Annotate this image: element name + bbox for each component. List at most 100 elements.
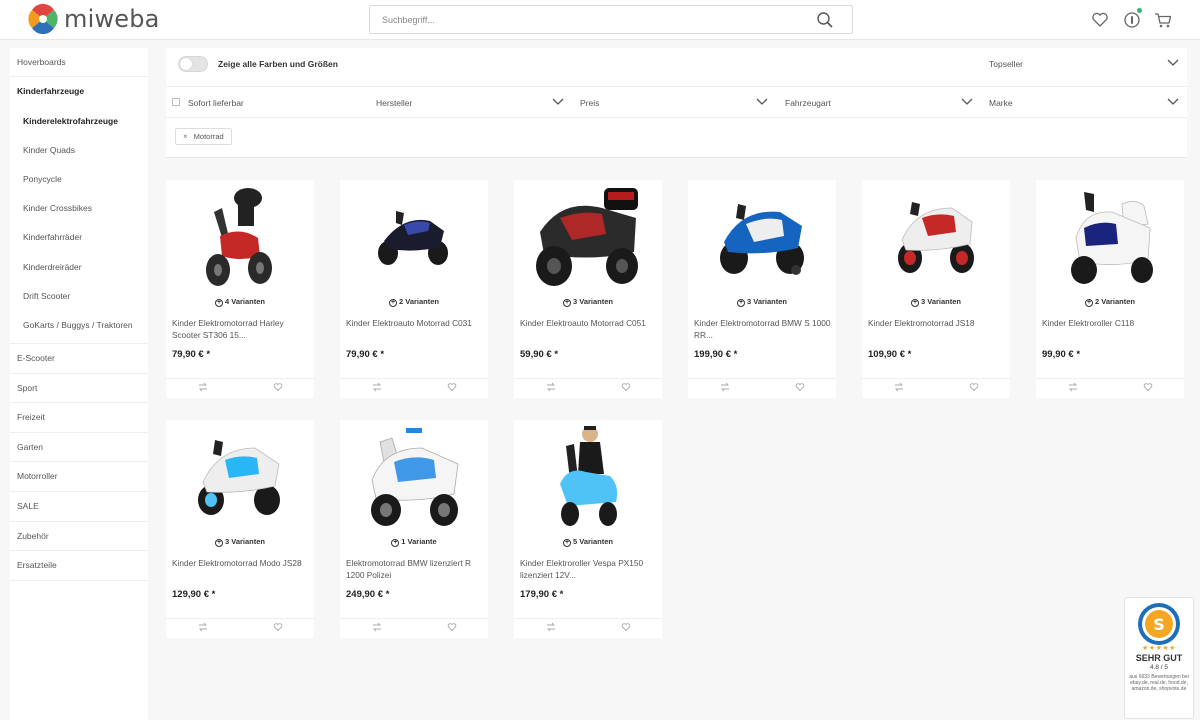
heart-icon[interactable]: [1143, 382, 1153, 392]
chevron-down-icon: [1167, 59, 1179, 66]
filter-label: Fahrzeugart: [785, 98, 831, 108]
variants-count: 3 Varianten: [572, 297, 614, 306]
product-price: 59,90 € *: [520, 349, 559, 360]
product-image[interactable]: [180, 420, 300, 532]
product-image[interactable]: [528, 180, 648, 292]
product-name[interactable]: Kinder Elektroauto Motorrad C031: [346, 317, 484, 329]
sidebar-subitem-ponycycle[interactable]: Ponycycle: [10, 165, 148, 194]
product-name[interactable]: Kinder Elektroroller Vespa PX150 lizenzi…: [520, 557, 658, 581]
product-image[interactable]: [1050, 180, 1170, 292]
heart-icon[interactable]: [447, 382, 457, 392]
sidebar-item-kinderfahrzeuge[interactable]: Kinderfahrzeuge: [10, 77, 148, 107]
filter-marke[interactable]: Marke: [989, 87, 1185, 117]
product-image-modo-js28: [198, 440, 280, 515]
sort-dropdown[interactable]: Topseller: [989, 48, 1181, 78]
product-name[interactable]: Kinder Elektroroller C118: [1042, 317, 1180, 329]
product-image-motorrad-c051: [536, 188, 638, 286]
sidebar-item-e-scooter[interactable]: E-Scooter: [10, 344, 148, 374]
product-name[interactable]: Kinder Elektromotorrad JS18: [868, 317, 1006, 329]
sidebar-subitem-kinder-quads[interactable]: Kinder Quads: [10, 136, 148, 165]
search-box: [369, 5, 853, 34]
product-card[interactable]: +2 Varianten Kinder Elektroauto Motorrad…: [340, 180, 488, 398]
sidebar-item-hoverboards[interactable]: Hoverboards: [10, 48, 148, 77]
account-button[interactable]: [1122, 8, 1142, 30]
product-name[interactable]: Kinder Elektromotorrad Modo JS28: [172, 557, 310, 569]
sidebar-subitem-drift-scooter[interactable]: Drift Scooter: [10, 282, 148, 311]
sidebar-item-motorroller[interactable]: Motorroller: [10, 462, 148, 493]
sidebar-item-zubehoer[interactable]: Zubehör: [10, 522, 148, 552]
product-name[interactable]: Kinder Elektromotorrad Harley Scooter ST…: [172, 317, 310, 341]
card-actions: [1036, 378, 1184, 394]
filter-label: Sofort lieferbar: [188, 98, 244, 108]
close-icon[interactable]: ×: [183, 132, 188, 141]
cart-icon[interactable]: [1153, 10, 1173, 30]
compare-icon[interactable]: [372, 622, 382, 632]
seal-letter: S: [1153, 615, 1165, 634]
product-name[interactable]: Kinder Elektroauto Motorrad C051: [520, 317, 658, 329]
compare-icon[interactable]: [546, 622, 556, 632]
checkbox[interactable]: [172, 98, 180, 106]
variants-count: 3 Varianten: [746, 297, 788, 306]
heart-icon[interactable]: [795, 382, 805, 392]
logo-icon: [28, 4, 58, 34]
show-all-colors-toggle[interactable]: [178, 56, 208, 72]
compare-icon[interactable]: [198, 382, 208, 392]
product-price: 79,90 € *: [172, 349, 211, 360]
sidebar-item-garten[interactable]: Garten: [10, 433, 148, 463]
product-card[interactable]: +3 Varianten Kinder Elektromotorrad Modo…: [166, 420, 314, 638]
product-image[interactable]: [180, 180, 300, 292]
product-card[interactable]: +2 Varianten Kinder Elektroroller C118 9…: [1036, 180, 1184, 398]
filter-sofort-lieferbar[interactable]: Sofort lieferbar: [166, 87, 366, 117]
product-name[interactable]: Elektromotorrad BMW lizenziert R 1200 Po…: [346, 557, 484, 581]
search-input[interactable]: [370, 6, 790, 33]
compare-icon[interactable]: [198, 622, 208, 632]
filter-label: Hersteller: [376, 98, 413, 108]
chevron-down-icon: [552, 98, 564, 105]
compare-icon[interactable]: [720, 382, 730, 392]
product-image[interactable]: [354, 420, 474, 532]
product-image[interactable]: [354, 180, 474, 292]
sidebar-item-sport[interactable]: Sport: [10, 374, 148, 404]
product-card[interactable]: +3 Varianten Kinder Elektromotorrad BMW …: [688, 180, 836, 398]
product-name[interactable]: Kinder Elektromotorrad BMW S 1000 RR...: [694, 317, 832, 341]
product-image[interactable]: [702, 180, 822, 292]
category-sidebar: Hoverboards Kinderfahrzeuge Kinderelektr…: [10, 48, 148, 720]
heart-icon[interactable]: [1090, 10, 1110, 30]
product-image-bmw-s1000rr: [720, 204, 804, 275]
sidebar-subitem-kinderdreiraeder[interactable]: Kinderdreiräder: [10, 253, 148, 282]
heart-icon[interactable]: [621, 622, 631, 632]
product-card[interactable]: +4 Varianten Kinder Elektromotorrad Harl…: [166, 180, 314, 398]
shopvote-trust-badge[interactable]: S ★★★★★ SEHR GUT 4.8 / 5 aus 6633 Bewert…: [1124, 597, 1194, 719]
sidebar-subitem-kinder-crossbikes[interactable]: Kinder Crossbikes: [10, 194, 148, 223]
product-image[interactable]: [528, 420, 648, 532]
compare-icon[interactable]: [1068, 382, 1078, 392]
search-icon[interactable]: [816, 11, 834, 29]
product-card[interactable]: +1 Variante Elektromotorrad BMW lizenzie…: [340, 420, 488, 638]
compare-icon[interactable]: [894, 382, 904, 392]
sidebar-subitem-kinderfahrraeder[interactable]: Kinderfahrräder: [10, 223, 148, 252]
sidebar-item-freizeit[interactable]: Freizeit: [10, 403, 148, 433]
heart-icon[interactable]: [273, 382, 283, 392]
heart-icon[interactable]: [447, 622, 457, 632]
sidebar-item-ersatzteile[interactable]: Ersatzteile: [10, 551, 148, 581]
filter-fahrzeugart[interactable]: Fahrzeugart: [785, 87, 981, 117]
active-filter-chip[interactable]: × Motorrad: [175, 128, 232, 145]
sidebar-subitem-gokarts[interactable]: GoKarts / Buggys / Traktoren: [10, 311, 148, 340]
product-card[interactable]: +3 Varianten Kinder Elektroauto Motorrad…: [514, 180, 662, 398]
notification-dot: [1137, 8, 1142, 13]
product-image[interactable]: [876, 180, 996, 292]
sidebar-subitem-kinderelektrofahrzeuge[interactable]: Kinderelektrofahrzeuge: [10, 107, 148, 136]
compare-icon[interactable]: [372, 382, 382, 392]
heart-icon[interactable]: [273, 622, 283, 632]
heart-icon[interactable]: [621, 382, 631, 392]
filter-preis[interactable]: Preis: [580, 87, 776, 117]
product-price: 129,90 € *: [172, 589, 216, 600]
filter-hersteller[interactable]: Hersteller: [376, 87, 572, 117]
product-card[interactable]: +5 Varianten Kinder Elektroroller Vespa …: [514, 420, 662, 638]
heart-icon[interactable]: [969, 382, 979, 392]
logo[interactable]: miweba: [28, 4, 160, 34]
plus-circle-icon: +: [562, 539, 571, 547]
product-card[interactable]: +3 Varianten Kinder Elektromotorrad JS18…: [862, 180, 1010, 398]
sidebar-item-sale[interactable]: SALE: [10, 492, 148, 522]
compare-icon[interactable]: [546, 382, 556, 392]
